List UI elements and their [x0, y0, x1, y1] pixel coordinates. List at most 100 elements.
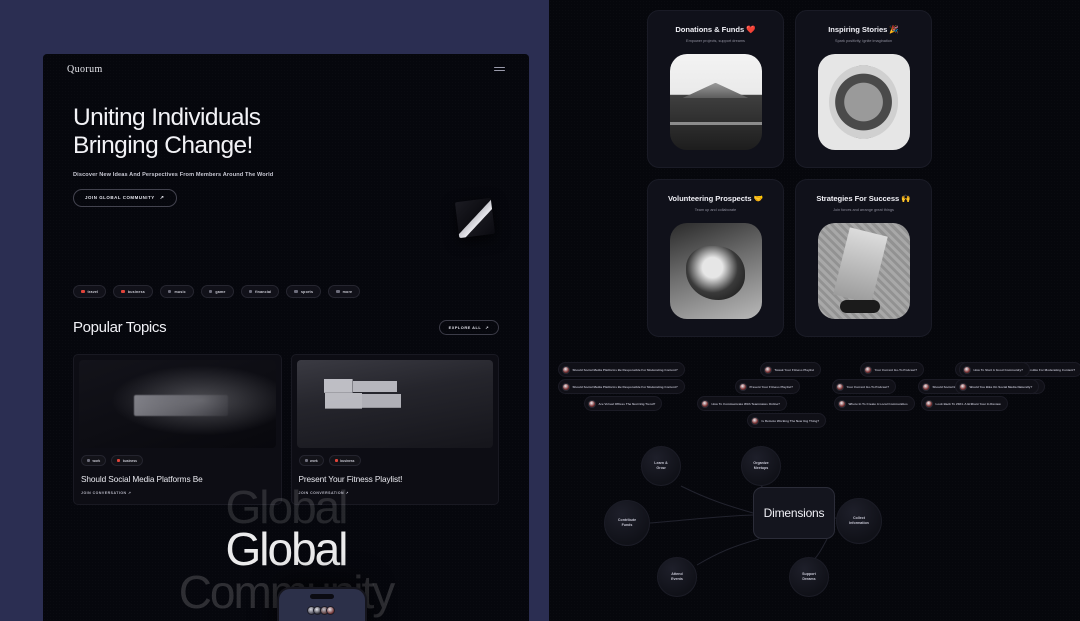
- feature-card-subtitle: Team up and collaborate: [694, 208, 737, 212]
- topic-thumbnail: [79, 360, 276, 448]
- category-pill-travel[interactable]: travel: [73, 285, 107, 298]
- avatar: [962, 365, 971, 374]
- topic-tag-business[interactable]: business: [328, 455, 361, 466]
- topic-tag-label: business: [340, 458, 355, 463]
- topic-tag-work[interactable]: work: [298, 455, 324, 466]
- feature-card-grid: Donations & Funds ❤️ Empower projects, su…: [647, 10, 932, 337]
- category-pill-business[interactable]: business: [113, 285, 153, 298]
- hero-subtitle: Discover New Ideas And Perspectives From…: [73, 171, 274, 178]
- category-dot-icon: [121, 289, 125, 294]
- feature-card[interactable]: Donations & Funds ❤️ Empower projects, su…: [647, 10, 784, 168]
- life-ring-photo: [817, 54, 910, 150]
- feature-card[interactable]: Inspiring Stories 🎉 Spark positivity, ign…: [795, 10, 932, 168]
- phone-mockup: [277, 587, 367, 621]
- diagram-node[interactable]: Collect Information: [836, 498, 882, 544]
- hero-section: Uniting Individuals Bringing Change! Dis…: [73, 104, 499, 207]
- topic-chip-cloud: Should Social Media Platforms Be Respons…: [549, 362, 1080, 428]
- feature-card-subtitle: Spark positivity, ignite imagination: [835, 39, 892, 43]
- dimensions-diagram: Dimensions Learn & Grow Organize Meetups C…: [549, 440, 1080, 621]
- topic-chip[interactable]: Where In To Create A Local Communities: [834, 396, 915, 411]
- hero-title: Uniting Individuals Bringing Change!: [73, 104, 499, 161]
- avatar: [750, 416, 759, 425]
- diagram-center-node: Dimensions: [753, 487, 835, 539]
- topic-tag-row: work business: [297, 455, 494, 466]
- diagram-node[interactable]: Organize Meetups: [741, 446, 781, 486]
- diagram-node[interactable]: Support Dreams: [789, 557, 829, 597]
- brand-logo[interactable]: Quorum: [67, 64, 103, 75]
- join-global-community-button[interactable]: JOIN GLOBAL COMMUNITY ↗: [73, 188, 177, 207]
- topic-chip[interactable]: Are Virtual Offices The Next Big Trend?: [584, 396, 663, 411]
- arrow-up-right-icon: ↗: [159, 194, 165, 201]
- avatar: [587, 399, 596, 408]
- topic-chip-label: Look Back To 2024. A Brilliant Year In R…: [935, 401, 1001, 406]
- topic-chip[interactable]: Would You Bike On Social Media Naturally…: [955, 379, 1040, 394]
- topic-chip[interactable]: Your Current Go-To Podcast?: [832, 379, 897, 394]
- topic-chip[interactable]: How To Communicate With Teammates Online…: [697, 396, 788, 411]
- category-pill-game[interactable]: game: [200, 285, 234, 298]
- avatar: [835, 382, 844, 391]
- hamburger-menu-icon[interactable]: [494, 66, 505, 72]
- avatar: [837, 399, 846, 408]
- topic-chip[interactable]: How To Start A Good Community?: [959, 362, 1030, 377]
- diagram-node[interactable]: Learn & Grow: [641, 446, 681, 486]
- topic-chip[interactable]: Tweak Your Fitness Playlist: [760, 362, 822, 377]
- topic-chip-label: Are Virtual Offices The Next Big Trend?: [598, 401, 656, 406]
- topic-chip[interactable]: Your Current Go-To Podcast?: [860, 362, 925, 377]
- topic-chip-label: Tweak Your Fitness Playlist: [774, 367, 815, 372]
- topic-thumbnail: [296, 360, 493, 448]
- diagram-node[interactable]: Attend Events: [657, 557, 697, 597]
- design-detail-canvas: Donations & Funds ❤️ Empower projects, su…: [549, 0, 1080, 621]
- explore-all-button[interactable]: EXPLORE ALL ↗: [438, 320, 499, 335]
- phone-avatar-stack: [306, 606, 335, 615]
- topic-chip[interactable]: Should Social Media Platforms Be Respons…: [558, 379, 685, 394]
- avatar: [561, 382, 570, 391]
- topic-tag-label: work: [310, 458, 318, 463]
- feature-card-title: Strategies For Success 🙌: [816, 194, 911, 203]
- website-preview-canvas: Quorum Uniting Individuals Bringing Chan…: [43, 54, 529, 621]
- topic-tag-business[interactable]: business: [111, 455, 143, 466]
- avatar: [700, 399, 709, 408]
- topic-tag-row: work business: [79, 455, 276, 466]
- category-dot-icon: [294, 289, 298, 294]
- category-pill-label: business: [127, 289, 145, 294]
- topic-chip[interactable]: Present Your Fitness Playlist?: [735, 379, 801, 394]
- bigtype-line-2: Global: [225, 523, 349, 576]
- feature-card-title: Donations & Funds ❤️: [675, 25, 756, 34]
- category-pill-financial[interactable]: financial: [240, 285, 280, 298]
- topic-chip-label: Your Current Go-To Podcast?: [874, 367, 918, 372]
- category-pill-label: travel: [87, 289, 99, 294]
- topic-tag-work[interactable]: work: [81, 455, 107, 466]
- join-button-label: JOIN GLOBAL COMMUNITY: [85, 195, 155, 201]
- topic-chip-label: Is Remote Working The New Gig Thing?: [761, 418, 820, 423]
- category-pill-label: more: [342, 289, 353, 294]
- topic-chip-label: Should Social Media Platforms Be Respons…: [572, 367, 678, 372]
- category-pill-more[interactable]: more: [328, 285, 361, 298]
- topic-chip[interactable]: Should Social Media Platforms Be Respons…: [558, 362, 685, 377]
- topic-chip[interactable]: Look Back To 2024. A Brilliant Year In R…: [921, 396, 1008, 411]
- hero-title-line-1: Uniting Individuals: [73, 104, 261, 131]
- bigtype-line-1: Global: [225, 481, 349, 533]
- category-pill-music[interactable]: music: [159, 285, 194, 298]
- topic-chip[interactable]: Is Remote Working The New Gig Thing?: [747, 413, 827, 428]
- tag-dot-icon: [117, 459, 121, 462]
- category-pill-row: travel business music game financial sports mo…: [73, 285, 499, 298]
- volunteer-photo: [669, 223, 762, 319]
- topic-chip-label: Where In To Create A Local Communities: [848, 401, 908, 406]
- topic-chip-label: How To Start A Good Community?: [973, 367, 1023, 372]
- feature-card[interactable]: Strategies For Success 🙌 Join forces and …: [795, 179, 932, 337]
- explore-all-label: EXPLORE ALL: [448, 325, 482, 330]
- category-pill-sports[interactable]: sports: [286, 285, 322, 298]
- diagram-node[interactable]: Contribute Funds: [604, 500, 650, 546]
- feature-card[interactable]: Volunteering Prospects 🤝 Team up and coll…: [647, 179, 784, 337]
- topic-chip-label: Your Current Go-To Podcast?: [846, 384, 890, 389]
- avatar: [326, 606, 335, 615]
- category-dot-icon: [336, 289, 340, 294]
- feature-card-subtitle: Empower projects, support dreams: [686, 39, 745, 43]
- diagram-node-label: Learn & Grow: [654, 461, 668, 470]
- arrow-up-right-icon: ↗: [485, 325, 489, 330]
- hero-decorative-image: [454, 197, 496, 239]
- feature-card-title: Inspiring Stories 🎉: [828, 25, 899, 34]
- site-header: Quorum: [43, 58, 529, 80]
- tag-dot-icon: [304, 459, 308, 462]
- avatar: [958, 382, 967, 391]
